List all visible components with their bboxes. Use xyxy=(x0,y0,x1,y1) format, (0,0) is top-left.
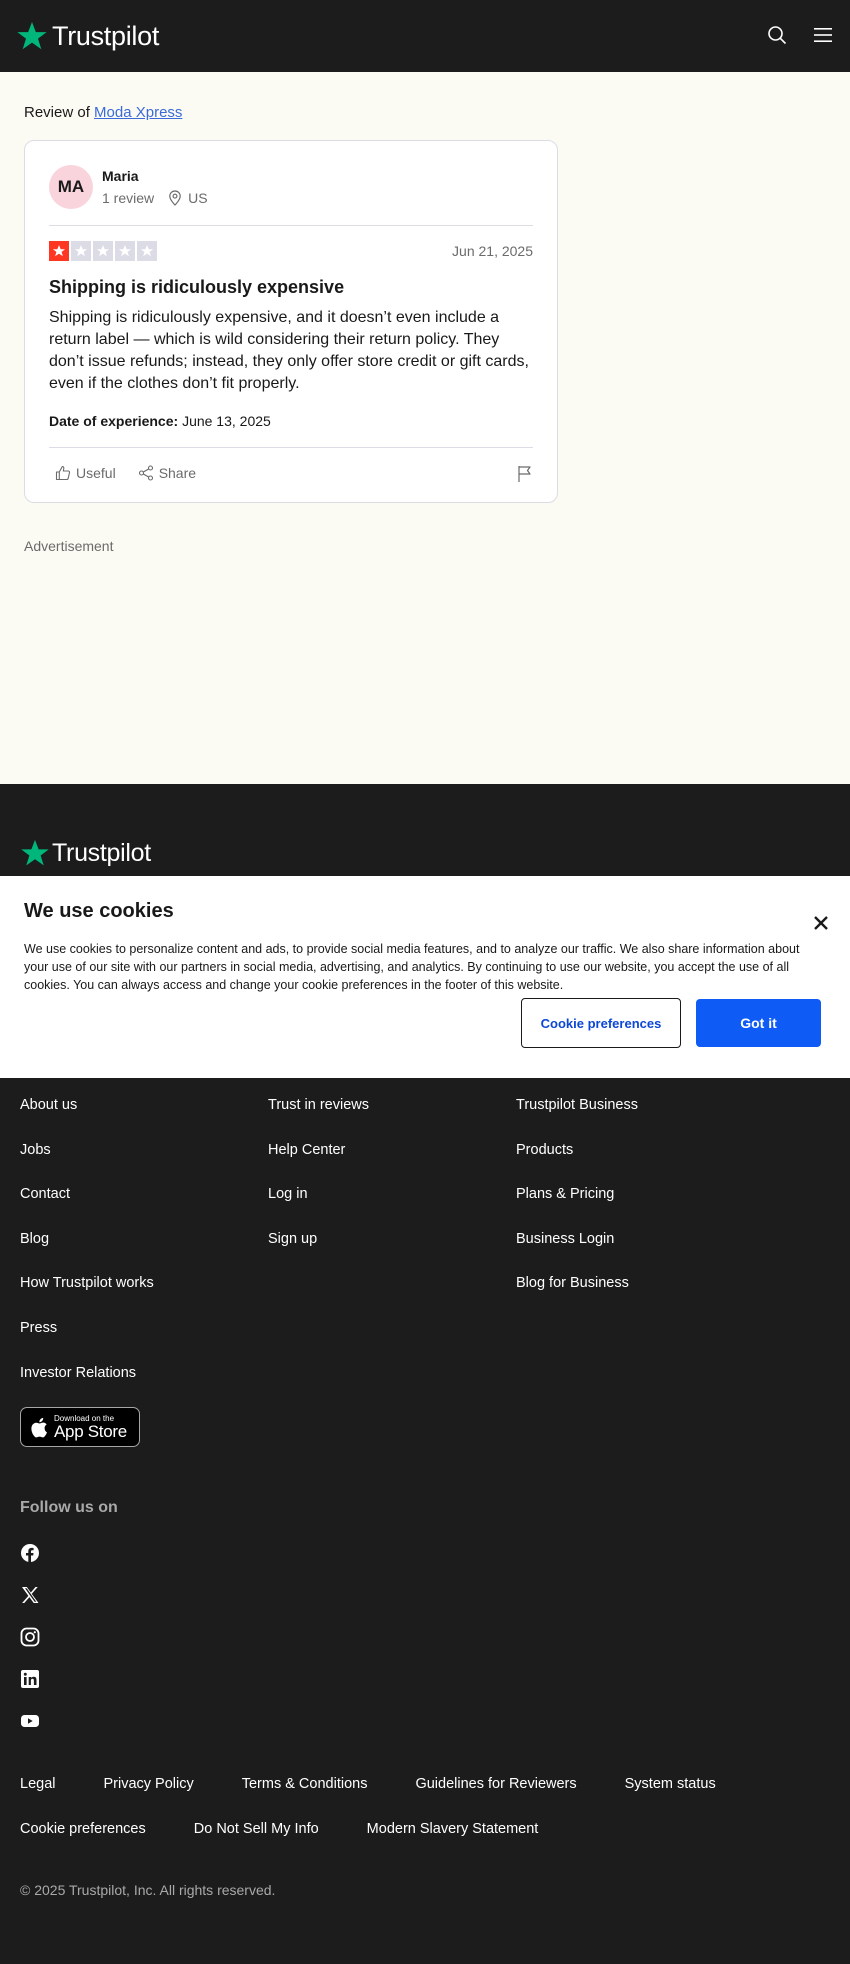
youtube-icon[interactable] xyxy=(20,1711,40,1731)
useful-label: Useful xyxy=(76,465,116,481)
legal-link[interactable]: Terms & Conditions xyxy=(242,1776,368,1792)
location-pin-icon xyxy=(169,190,181,206)
footer-logo-text: Trustpilot xyxy=(52,838,151,867)
footer-link[interactable]: About us xyxy=(20,1096,154,1141)
legal-links-row-1: Legal Privacy Policy Terms & Conditions … xyxy=(20,1776,764,1792)
accept-cookies-button[interactable]: Got it xyxy=(696,999,821,1047)
footer-column-business: Trustpilot Business Products Plans & Pri… xyxy=(516,1096,638,1319)
share-icon xyxy=(138,465,153,481)
country-code: US xyxy=(188,190,208,206)
review-body: Shipping is ridiculously expensive, and … xyxy=(49,309,529,392)
instagram-icon[interactable] xyxy=(20,1627,40,1647)
search-button[interactable] xyxy=(764,22,790,48)
footer-link[interactable]: Plans & Pricing xyxy=(516,1185,638,1230)
legal-links-row-2: Cookie preferences Do Not Sell My Info M… xyxy=(20,1821,586,1837)
footer-column-community: Trust in reviews Help Center Log in Sign… xyxy=(268,1096,369,1274)
app-store-badge[interactable]: Download on the App Store xyxy=(20,1407,140,1447)
review-of-line: Review of Moda Xpress xyxy=(24,104,182,121)
review-count: 1 review xyxy=(102,190,155,206)
legal-link[interactable]: Cookie preferences xyxy=(20,1821,146,1837)
legal-link[interactable]: System status xyxy=(625,1776,716,1792)
footer-column-about: About us Jobs Contact Blog How Trustpilo… xyxy=(20,1096,154,1408)
star-empty-icon xyxy=(93,241,113,261)
menu-button[interactable] xyxy=(810,22,836,48)
footer-link[interactable]: Trustpilot Business xyxy=(516,1096,638,1141)
footer-link[interactable]: Sign up xyxy=(268,1230,369,1275)
close-icon xyxy=(814,916,828,930)
apple-icon xyxy=(31,1417,47,1437)
trustpilot-star-icon xyxy=(17,22,47,50)
trustpilot-logo[interactable]: Trustpilot xyxy=(16,20,159,52)
footer-link[interactable]: Business Login xyxy=(516,1230,638,1275)
x-icon[interactable] xyxy=(20,1585,40,1605)
date-of-experience: Date of experience: June 13, 2025 xyxy=(49,413,271,429)
site-header: Trustpilot xyxy=(0,0,850,72)
reviewer-info[interactable]: MA Maria 1 review US xyxy=(49,165,208,209)
legal-link[interactable]: Legal xyxy=(20,1776,55,1792)
footer-link[interactable]: Products xyxy=(516,1141,638,1186)
hamburger-menu-icon xyxy=(814,28,832,42)
divider xyxy=(49,447,533,448)
experience-label: Date of experience: xyxy=(49,413,179,429)
appstore-big-text: App Store xyxy=(54,1421,127,1441)
star-empty-icon xyxy=(137,241,157,261)
share-label: Share xyxy=(158,465,197,481)
cookie-title: We use cookies xyxy=(24,900,174,922)
experience-date: June 13, 2025 xyxy=(182,413,271,429)
follow-us-heading: Follow us on xyxy=(20,1499,118,1516)
footer-link[interactable]: Jobs xyxy=(20,1141,154,1186)
cookie-preferences-button[interactable]: Cookie preferences xyxy=(521,998,681,1048)
copyright: © 2025 Trustpilot, Inc. All rights reser… xyxy=(20,1882,276,1898)
trustpilot-star-icon xyxy=(21,839,49,866)
advertisement-label: Advertisement xyxy=(24,538,114,554)
cookie-banner: We use cookies We use cookies to persona… xyxy=(0,876,850,1078)
review-title[interactable]: Shipping is ridiculously expensive xyxy=(49,277,344,298)
flag-icon xyxy=(518,466,531,482)
review-date: Jun 21, 2025 xyxy=(452,243,533,259)
facebook-icon[interactable] xyxy=(20,1543,40,1563)
footer-link[interactable]: Blog xyxy=(20,1230,154,1275)
footer-link[interactable]: How Trustpilot works xyxy=(20,1274,154,1319)
cookie-text: We use cookies to personalize content an… xyxy=(24,942,800,992)
search-icon xyxy=(768,26,787,45)
star-empty-icon xyxy=(71,241,91,261)
star-filled-icon xyxy=(49,241,69,261)
footer-link[interactable]: Blog for Business xyxy=(516,1274,638,1319)
useful-button[interactable]: Useful xyxy=(55,465,116,481)
footer-link[interactable]: Investor Relations xyxy=(20,1364,154,1409)
reviewer-name[interactable]: Maria xyxy=(102,168,208,184)
report-button[interactable] xyxy=(517,465,533,488)
share-button[interactable]: Share xyxy=(138,465,196,481)
star-empty-icon xyxy=(115,241,135,261)
footer-link[interactable]: Trust in reviews xyxy=(268,1096,369,1141)
reviewer-country: US xyxy=(168,190,208,206)
star-rating xyxy=(49,241,157,261)
divider xyxy=(49,225,533,226)
thumbs-up-icon xyxy=(55,465,71,481)
legal-link[interactable]: Modern Slavery Statement xyxy=(367,1821,539,1837)
cookie-close-button[interactable] xyxy=(812,914,830,932)
avatar[interactable]: MA xyxy=(49,165,93,209)
company-link[interactable]: Moda Xpress xyxy=(94,104,182,121)
legal-link[interactable]: Guidelines for Reviewers xyxy=(415,1776,576,1792)
footer-link[interactable]: Press xyxy=(20,1319,154,1364)
legal-link[interactable]: Privacy Policy xyxy=(103,1776,193,1792)
legal-link[interactable]: Do Not Sell My Info xyxy=(194,1821,319,1837)
linkedin-icon[interactable] xyxy=(20,1669,40,1689)
review-of-prefix: Review of xyxy=(24,104,90,121)
logo-text: Trustpilot xyxy=(52,20,160,51)
footer-link[interactable]: Help Center xyxy=(268,1141,369,1186)
footer-logo[interactable]: Trustpilot xyxy=(20,838,151,868)
footer-link[interactable]: Log in xyxy=(268,1185,369,1230)
footer-link[interactable]: Contact xyxy=(20,1185,154,1230)
review-card: MA Maria 1 review US Jun 21, 2025 Shippi… xyxy=(24,140,558,503)
main-content: Review of Moda Xpress MA Maria 1 review … xyxy=(0,72,850,784)
